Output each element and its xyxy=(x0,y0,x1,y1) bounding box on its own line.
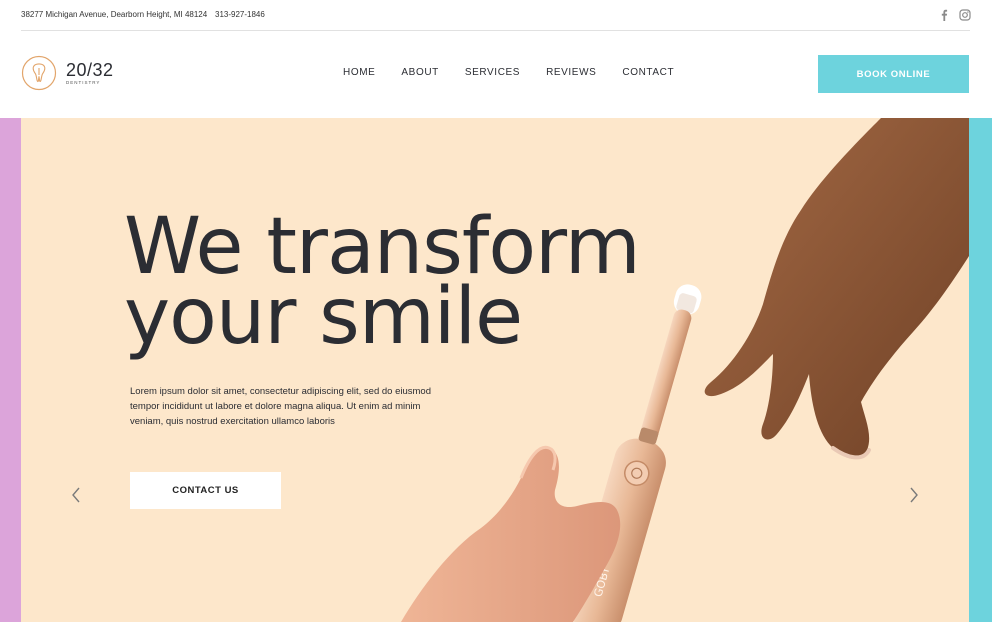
nav-item-contact[interactable]: CONTACT xyxy=(622,67,674,78)
nav-item-services[interactable]: SERVICES xyxy=(465,67,520,78)
hero-body-text: Lorem ipsum dolor sit amet, consectetur … xyxy=(130,386,431,427)
toothbrush-hands-illustration: GOBY xyxy=(401,118,969,622)
brand-logo[interactable]: 20/32 DENTISTRY xyxy=(21,55,114,91)
right-accent-stripe xyxy=(969,118,992,622)
hero-headline: We transform your smile xyxy=(124,208,641,362)
social-links xyxy=(939,8,971,21)
instagram-icon[interactable] xyxy=(959,8,971,21)
hero-slider: GOBY We transform your smile Lorem ipsum… xyxy=(0,118,992,622)
book-online-button[interactable]: BOOK ONLINE xyxy=(818,55,969,93)
nav-item-reviews[interactable]: REVIEWS xyxy=(546,67,596,78)
main-nav: HOME ABOUT SERVICES REVIEWS CONTACT xyxy=(343,67,700,78)
facebook-icon[interactable] xyxy=(939,8,950,21)
top-info-bar: 38277 Michigan Avenue, Dearborn Height, … xyxy=(0,0,992,30)
headline-line-2: your smile xyxy=(124,272,523,362)
address-text: 38277 Michigan Avenue, Dearborn Height, … xyxy=(21,10,208,19)
brand-subtitle: DENTISTRY xyxy=(66,80,101,85)
tooth-logo-icon xyxy=(21,55,57,91)
phone-link[interactable]: 313-927-1846 xyxy=(215,10,265,19)
hero-background: GOBY xyxy=(21,118,969,622)
brand-title: 20/32 xyxy=(66,60,114,80)
site-header: 20/32 DENTISTRY HOME ABOUT SERVICES REVI… xyxy=(0,31,992,118)
left-accent-stripe xyxy=(0,118,21,622)
nav-item-about[interactable]: ABOUT xyxy=(401,67,438,78)
chevron-left-icon[interactable] xyxy=(70,486,82,504)
chevron-right-icon[interactable] xyxy=(908,486,920,504)
nav-item-home[interactable]: HOME xyxy=(343,67,375,78)
contact-us-button[interactable]: CONTACT US xyxy=(130,472,281,509)
